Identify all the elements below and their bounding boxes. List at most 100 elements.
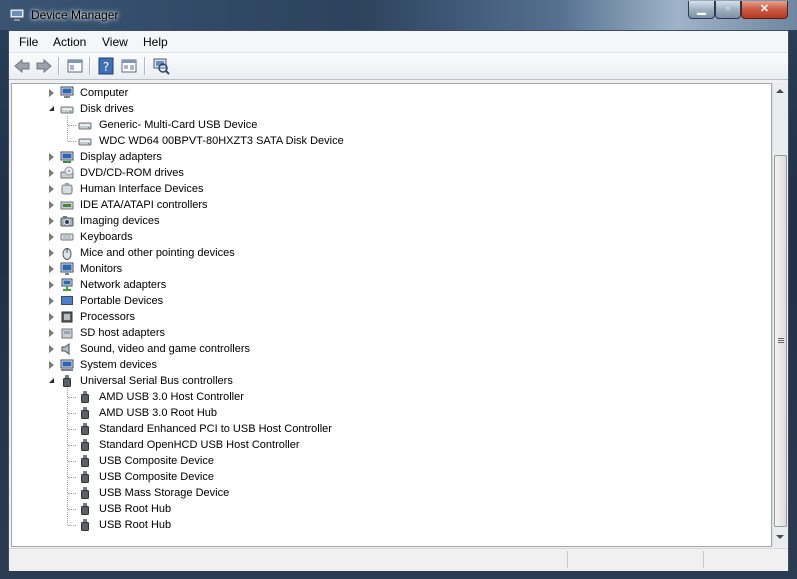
tree-category[interactable]: Mice and other pointing devices [12,245,771,261]
tree-device[interactable]: USB Root Hub [12,501,771,517]
tree-category[interactable]: System devices [12,357,771,373]
tree-device[interactable]: Standard OpenHCD USB Host Controller [12,437,771,453]
tree-device[interactable]: AMD USB 3.0 Root Hub [12,405,771,421]
tree-device[interactable]: USB Composite Device [12,453,771,469]
tree-category[interactable]: Network adapters [12,277,771,293]
tree-connector [68,509,76,510]
device-tree[interactable]: Computer Disk drives Generic- Multi-Card U… [11,83,772,547]
minimize-button[interactable]: ▁ [688,1,715,19]
tree-category[interactable]: Computer [12,85,771,101]
tree-device[interactable]: USB Root Hub [12,517,771,533]
expand-arrow-icon[interactable] [49,217,54,225]
sd-adapter-icon [61,328,73,339]
expand-arrow-icon[interactable] [49,201,54,209]
maximize-icon: ▫ [726,3,730,15]
expand-arrow-icon[interactable] [49,169,54,177]
tree-device[interactable]: USB Mass Storage Device [12,485,771,501]
expand-arrow-icon[interactable] [49,249,54,257]
menu-bar: File Action View Help [9,31,788,53]
vertical-scrollbar[interactable] [772,83,788,547]
camera-icon [60,216,74,227]
expand-arrow-icon[interactable] [49,297,54,305]
tree-category[interactable]: SD host adapters [12,325,771,341]
help-icon[interactable]: ? [97,57,115,75]
hid-icon [61,183,73,195]
usb-icon [81,503,89,515]
tree-connector [68,445,76,446]
tree-category[interactable]: Universal Serial Bus controllers [12,373,771,389]
device-manager-icon [9,8,25,21]
tree-connector [68,141,76,142]
scan-hardware-changes-icon[interactable] [152,57,170,75]
tree-item-label: AMD USB 3.0 Host Controller [99,391,244,403]
tree-device[interactable]: Standard Enhanced PCI to USB Host Contro… [12,421,771,437]
scrollbar-thumb[interactable] [774,155,787,527]
expand-arrow-icon[interactable] [49,281,54,289]
minimize-icon: ▁ [697,3,706,15]
properties-icon[interactable] [120,57,138,75]
tree-category[interactable]: Human Interface Devices [12,181,771,197]
expand-arrow-icon[interactable] [49,345,54,353]
disk-drive-icon [60,106,74,114]
tree-category[interactable]: IDE ATA/ATAPI controllers [12,197,771,213]
expand-arrow-icon[interactable] [49,153,54,161]
tree-category[interactable]: Monitors [12,261,771,277]
tree-category[interactable]: DVD/CD-ROM drives [12,165,771,181]
scroll-down-icon[interactable] [776,535,784,539]
system-device-icon [60,359,74,371]
tree-category[interactable]: Portable Devices [12,293,771,309]
expand-arrow-icon[interactable] [49,265,54,273]
dvd-drive-icon [60,166,74,179]
collapse-arrow-icon[interactable] [49,106,54,111]
menu-file[interactable]: File [19,35,38,49]
tree-device[interactable]: AMD USB 3.0 Host Controller [12,389,771,405]
tree-item-label: Portable Devices [80,295,164,307]
expand-arrow-icon[interactable] [49,313,54,321]
tree-device[interactable]: WDC WD64 00BPVT-80HXZT3 SATA Disk Device [12,133,771,149]
expand-arrow-icon[interactable] [49,233,54,241]
disk-drive-icon [78,122,92,130]
mouse-icon [62,248,72,260]
tree-item-label: Standard Enhanced PCI to USB Host Contro… [99,423,332,435]
tree-item-label: Mice and other pointing devices [80,247,235,259]
maximize-button[interactable]: ▫ [715,1,741,19]
tree-item-label: Monitors [80,263,123,275]
status-panel [567,551,568,568]
tree-item-label: System devices [80,359,158,371]
collapse-arrow-icon[interactable] [49,378,54,383]
forward-icon[interactable] [35,57,53,75]
tree-connector [68,493,76,494]
network-adapter-icon [61,278,73,291]
menu-help[interactable]: Help [143,35,168,49]
menu-action[interactable]: Action [53,35,86,49]
expand-arrow-icon[interactable] [49,361,54,369]
tree-device[interactable]: Generic- Multi-Card USB Device [12,117,771,133]
title-bar[interactable]: Device Manager ▁ ▫ ✕ [0,0,797,30]
tree-item-label: Processors [80,311,136,323]
tree-item-label: Network adapters [80,279,167,291]
tree-device[interactable]: USB Composite Device [12,469,771,485]
tree-category[interactable]: Sound, video and game controllers [12,341,771,357]
tree-category[interactable]: Display adapters [12,149,771,165]
expand-arrow-icon[interactable] [49,185,54,193]
window-title: Device Manager [31,8,119,22]
tree-category[interactable]: Imaging devices [12,213,771,229]
scroll-up-icon[interactable] [776,89,784,93]
tree-category[interactable]: Keyboards [12,229,771,245]
expand-arrow-icon[interactable] [49,89,54,97]
device-manager-window: Device Manager ▁ ▫ ✕ File Action View He… [0,0,797,579]
tree-item-label: Computer [80,87,129,99]
expand-arrow-icon[interactable] [49,329,54,337]
tree-item-label: Universal Serial Bus controllers [80,375,233,387]
tree-item-label: USB Mass Storage Device [99,487,230,499]
show-hide-console-tree-icon[interactable] [66,57,84,75]
tree-category[interactable]: Disk drives [12,101,771,117]
close-button[interactable]: ✕ [741,1,788,19]
client-area: File Action View Help ? Computer Disk dr… [8,30,789,571]
close-icon: ✕ [759,3,770,15]
back-icon[interactable] [13,57,31,75]
monitor-icon [60,262,74,275]
tree-connector [68,477,76,478]
menu-view[interactable]: View [102,35,128,49]
tree-category[interactable]: Processors [12,309,771,325]
